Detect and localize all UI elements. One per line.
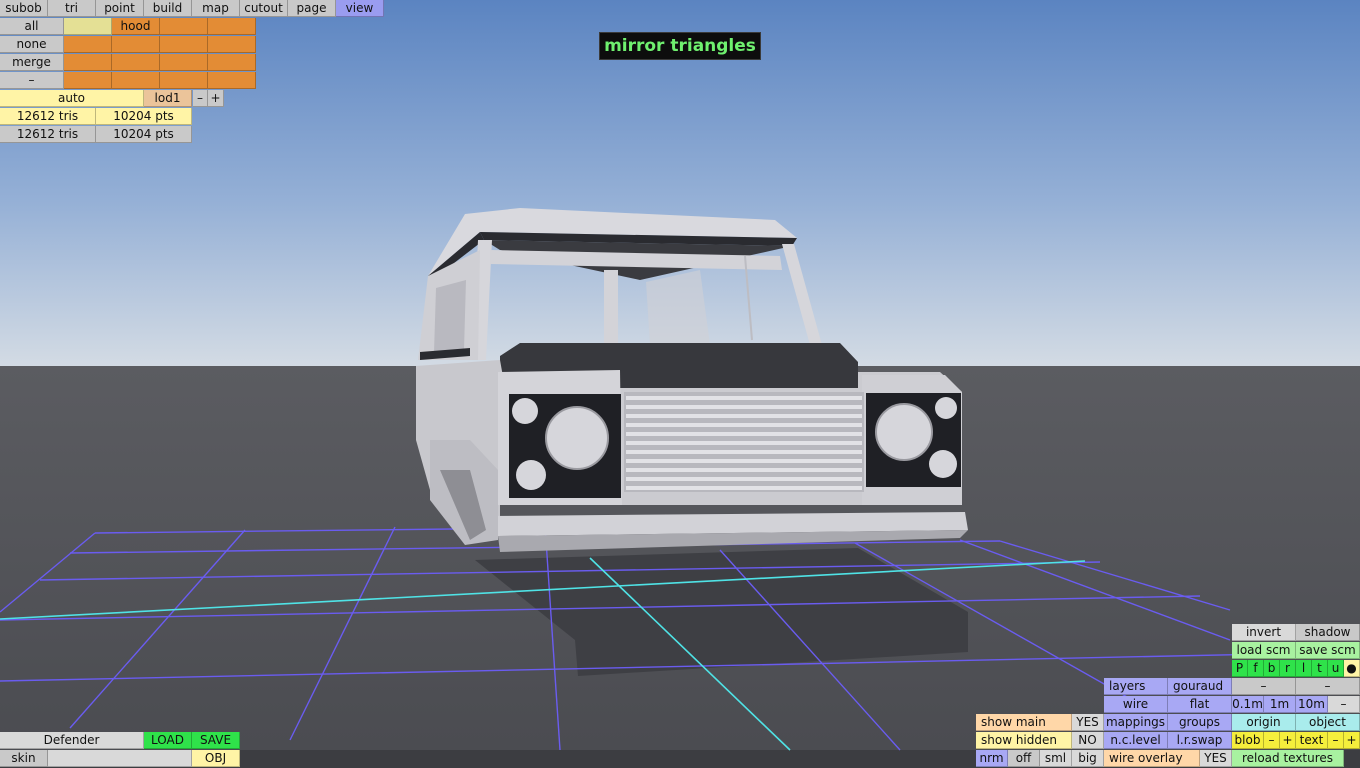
menu-build[interactable]: build <box>144 0 192 17</box>
groups-button[interactable]: groups <box>1168 714 1232 731</box>
view-flag-l[interactable]: l <box>1296 660 1312 677</box>
flat-button[interactable]: flat <box>1168 696 1232 713</box>
wire-overlay-toggle[interactable]: wire overlay <box>1104 750 1200 767</box>
lod-current[interactable]: lod1 <box>144 90 192 107</box>
text-decrease-button[interactable]: – <box>1328 732 1344 749</box>
normal-size-off[interactable]: off <box>1008 750 1040 767</box>
object-button[interactable]: object <box>1296 714 1360 731</box>
group-slot[interactable] <box>160 18 208 35</box>
save-scm-button[interactable]: save scm <box>1296 642 1360 659</box>
menu-point[interactable]: point <box>96 0 144 17</box>
group-slot[interactable] <box>64 54 112 71</box>
stat-tris: 12612 tris <box>0 108 96 125</box>
lr-swap-button[interactable]: l.r.swap <box>1168 732 1232 749</box>
save-button[interactable]: SAVE <box>192 732 240 749</box>
group-slot[interactable] <box>208 72 256 89</box>
view-flag-t[interactable]: t <box>1312 660 1328 677</box>
view-flag-b[interactable]: b <box>1264 660 1280 677</box>
group-hood[interactable]: hood <box>112 18 160 35</box>
layers-button[interactable]: layers <box>1104 678 1168 695</box>
group-slot[interactable] <box>112 72 160 89</box>
lod-decrease-button[interactable]: – <box>193 90 208 107</box>
shadow-button[interactable]: shadow <box>1296 624 1360 641</box>
group-slot[interactable] <box>208 54 256 71</box>
group-slot[interactable] <box>160 36 208 53</box>
show-main-toggle[interactable]: show main <box>976 714 1072 731</box>
mode-label: mirror triangles <box>599 32 761 60</box>
grid-0-1m-button[interactable]: 0.1m <box>1232 696 1264 713</box>
show-hidden-value[interactable]: NO <box>1072 732 1104 749</box>
view-flag-r[interactable]: r <box>1280 660 1296 677</box>
group-slot[interactable] <box>64 72 112 89</box>
normal-size-sml[interactable]: sml <box>1040 750 1072 767</box>
group-slot[interactable] <box>112 36 160 53</box>
text-increase-button[interactable]: + <box>1344 732 1360 749</box>
reload-textures-button[interactable]: reload textures <box>1232 750 1344 767</box>
show-main-value[interactable]: YES <box>1072 714 1104 731</box>
wire-overlay-value[interactable]: YES <box>1200 750 1232 767</box>
view-flag-p[interactable]: P <box>1232 660 1248 677</box>
origin-button[interactable]: origin <box>1232 714 1296 731</box>
normal-size-big[interactable]: big <box>1072 750 1104 767</box>
menu-page[interactable]: page <box>288 0 336 17</box>
menu-view[interactable]: view <box>336 0 384 17</box>
load-button[interactable]: LOAD <box>144 732 192 749</box>
format-button[interactable]: OBJ <box>192 750 240 767</box>
skin-label: skin <box>0 750 48 767</box>
dot-icon[interactable]: ● <box>1344 660 1360 677</box>
group-slot[interactable] <box>64 18 112 35</box>
view-flag-f[interactable]: f <box>1248 660 1264 677</box>
mappings-button[interactable]: mappings <box>1104 714 1168 731</box>
group-slot[interactable] <box>112 54 160 71</box>
select-all-button[interactable]: all <box>0 18 64 35</box>
stat-total-tris: 12612 tris <box>0 126 96 143</box>
stat-points: 10204 pts <box>96 108 192 125</box>
lod-auto-button[interactable]: auto <box>0 90 144 107</box>
group-slot[interactable] <box>208 18 256 35</box>
grid-off-button[interactable]: – <box>1328 696 1360 713</box>
merge-button[interactable]: merge <box>0 54 64 71</box>
lod-increase-button[interactable]: + <box>208 90 224 107</box>
view-flag-u[interactable]: u <box>1328 660 1344 677</box>
menu-subob[interactable]: subob <box>0 0 48 17</box>
dash-button[interactable]: – <box>1296 678 1360 695</box>
invert-button[interactable]: invert <box>1232 624 1296 641</box>
select-none-button[interactable]: none <box>0 36 64 53</box>
menu-cutout[interactable]: cutout <box>240 0 288 17</box>
nc-level-button[interactable]: n.c.level <box>1104 732 1168 749</box>
show-hidden-toggle[interactable]: show hidden <box>976 732 1072 749</box>
dash-button[interactable]: – <box>1232 678 1296 695</box>
stat-total-points: 10204 pts <box>96 126 192 143</box>
skin-field[interactable] <box>48 750 192 767</box>
group-slot[interactable] <box>160 54 208 71</box>
blob-decrease-button[interactable]: – <box>1264 732 1280 749</box>
menu-map[interactable]: map <box>192 0 240 17</box>
blob-label: blob <box>1232 732 1264 749</box>
group-slot[interactable] <box>160 72 208 89</box>
group-slot[interactable] <box>64 36 112 53</box>
group-slot[interactable] <box>208 36 256 53</box>
blob-increase-button[interactable]: + <box>1280 732 1296 749</box>
viewport-3d[interactable] <box>0 0 1360 768</box>
gouraud-button[interactable]: gouraud <box>1168 678 1232 695</box>
normal-size-nrm[interactable]: nrm <box>976 750 1008 767</box>
model-name-field[interactable]: Defender <box>0 732 144 749</box>
load-scm-button[interactable]: load scm <box>1232 642 1296 659</box>
menu-tri[interactable]: tri <box>48 0 96 17</box>
text-label: text <box>1296 732 1328 749</box>
remove-group-button[interactable]: – <box>0 72 64 89</box>
wire-button[interactable]: wire <box>1104 696 1168 713</box>
grid-10m-button[interactable]: 10m <box>1296 696 1328 713</box>
grid-1m-button[interactable]: 1m <box>1264 696 1296 713</box>
